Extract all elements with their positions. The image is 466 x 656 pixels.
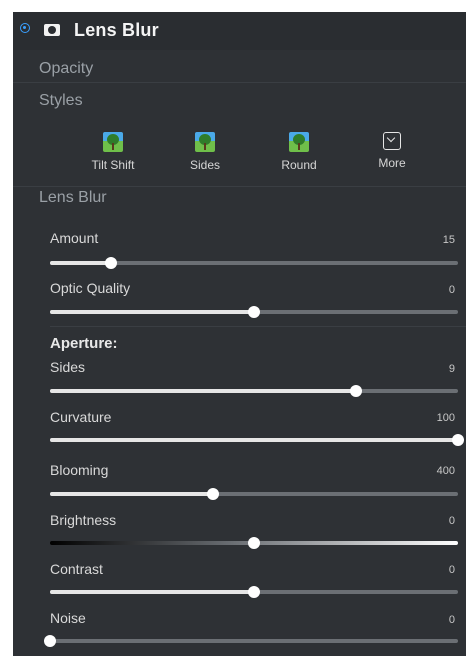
contrast-slider-fill (50, 590, 254, 594)
curvature-slider-fill (50, 438, 458, 442)
contrast-slider[interactable] (50, 586, 458, 598)
style-label: More (378, 156, 406, 170)
blooming-slider[interactable] (50, 488, 458, 500)
noise-value: 0 (448, 614, 455, 626)
divider (50, 326, 466, 327)
contrast-label: Contrast (50, 561, 103, 577)
optic-quality-slider[interactable] (50, 306, 458, 318)
style-sides[interactable]: Sides (165, 132, 245, 172)
blooming-slider-fill (50, 492, 214, 496)
optic-quality-slider-handle[interactable] (248, 306, 260, 318)
opacity-section[interactable]: Opacity (13, 56, 466, 83)
styles-presets: Tilt Shift Sides Round More (13, 122, 466, 187)
lens-blur-group-title: Lens Blur (39, 189, 107, 206)
amount-label: Amount (50, 230, 99, 246)
brightness-slider[interactable] (50, 537, 458, 549)
noise-label: Noise (50, 610, 86, 626)
tree-thumbnail-icon (289, 132, 309, 152)
noise-slider[interactable] (44, 635, 458, 647)
style-label: Sides (189, 158, 221, 172)
amount-value: 15 (442, 234, 455, 246)
blooming-value: 400 (436, 465, 455, 477)
curvature-label: Curvature (50, 409, 112, 425)
blooming-slider-handle[interactable] (207, 488, 220, 500)
sides-value: 9 (448, 363, 455, 375)
panel-header: Lens Blur (13, 12, 466, 50)
contrast-slider-handle[interactable] (248, 586, 260, 598)
aperture-heading: Aperture: (50, 335, 118, 352)
brightness-slider-handle[interactable] (248, 537, 260, 549)
optic-quality-value: 0 (448, 284, 455, 296)
style-round[interactable]: Round (259, 132, 339, 172)
optic-quality-label: Optic Quality (50, 280, 131, 296)
styles-label: Styles (39, 92, 83, 109)
blooming-label: Blooming (50, 462, 109, 478)
style-tilt-shift[interactable]: Tilt Shift (73, 132, 153, 172)
curvature-value: 100 (436, 412, 455, 424)
curvature-slider-handle[interactable] (452, 434, 464, 446)
sides-slider-fill (50, 389, 356, 393)
amount-slider-fill (50, 261, 112, 265)
style-label: Tilt Shift (91, 158, 135, 172)
radio-selected-icon[interactable] (20, 23, 30, 33)
brightness-label: Brightness (50, 512, 117, 528)
sides-label: Sides (50, 359, 86, 375)
style-more[interactable]: More (352, 132, 432, 170)
sides-slider[interactable] (50, 385, 458, 397)
styles-section: Styles (13, 88, 466, 114)
panel-title: Lens Blur (74, 20, 159, 40)
sides-slider-handle[interactable] (350, 385, 362, 397)
noise-slider-handle[interactable] (44, 635, 56, 647)
brightness-value: 0 (448, 515, 455, 527)
style-label: Round (281, 158, 317, 172)
lens-blur-panel: Lens Blur Opacity Styles Tilt Shift Side… (13, 12, 466, 656)
amount-slider-handle[interactable] (105, 257, 118, 269)
tree-thumbnail-icon (103, 132, 123, 152)
tree-thumbnail-icon (195, 132, 215, 152)
amount-slider[interactable] (50, 257, 458, 269)
opacity-label: Opacity (39, 60, 94, 77)
mask-icon[interactable] (44, 24, 60, 36)
curvature-slider[interactable] (50, 434, 464, 446)
contrast-value: 0 (448, 564, 455, 576)
optic-quality-slider-fill (50, 310, 254, 314)
chevron-down-box-icon (383, 132, 401, 150)
